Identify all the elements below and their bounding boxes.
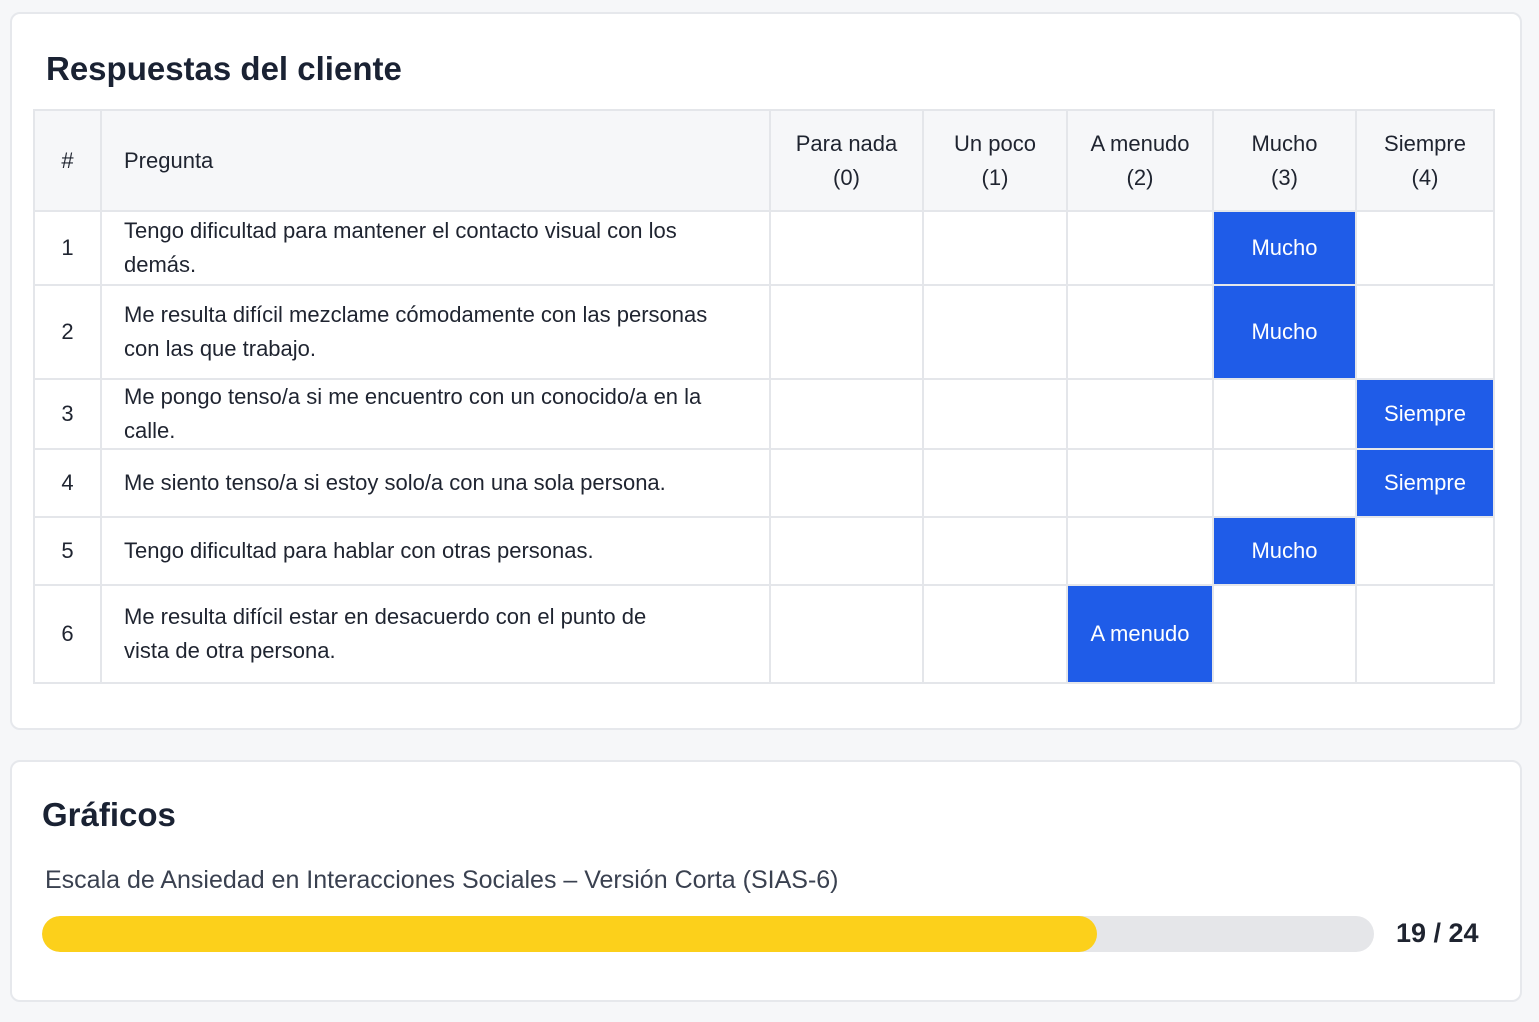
answer-cell[interactable] <box>922 448 1068 518</box>
row-number: 2 <box>33 284 102 380</box>
answer-cell-selected[interactable]: Mucho <box>1212 210 1357 286</box>
selected-answer-label: Mucho <box>1251 319 1318 344</box>
selected-answer-label: Siempre <box>1384 470 1466 495</box>
header-option-value: (2) <box>1126 164 1154 190</box>
responses-table: # Pregunta Para nada (0) Un poco (1) A m… <box>33 109 1495 684</box>
score-progress-bar <box>42 916 1374 952</box>
row-question: Me resulta difícil estar en desacuerdo c… <box>100 584 771 684</box>
header-option-value: (0) <box>833 164 860 190</box>
score-progress-fill <box>42 916 1097 952</box>
header-question: Pregunta <box>100 109 771 212</box>
table-row: 2 Me resulta difícil mezclame cómodamente… <box>33 284 1495 380</box>
responses-title: Respuestas del cliente <box>46 50 402 87</box>
header-option-4: Siempre (4) <box>1355 109 1495 212</box>
header-option-value: (3) <box>1271 164 1298 190</box>
answer-cell[interactable] <box>1212 378 1357 450</box>
table-row: 1 Tengo dificultad para mantener el conta… <box>33 210 1495 286</box>
answer-cell[interactable] <box>922 284 1068 380</box>
answer-cell[interactable] <box>1355 584 1495 684</box>
header-number: # <box>33 109 102 212</box>
table-row: 3 Me pongo tenso/a si me encuentro con un… <box>33 378 1495 450</box>
header-option-label: Un poco <box>954 130 1036 156</box>
answer-cell[interactable] <box>1066 284 1214 380</box>
responses-card: Respuestas del cliente # Pregunta Para n… <box>10 12 1522 730</box>
scale-name: Escala de Ansiedad en Interacciones Soci… <box>45 866 839 894</box>
answer-cell[interactable] <box>769 378 924 450</box>
answer-cell[interactable] <box>922 210 1068 286</box>
answer-cell-selected[interactable]: Siempre <box>1355 448 1495 518</box>
header-option-3: Mucho (3) <box>1212 109 1357 212</box>
header-option-2: A menudo (2) <box>1066 109 1214 212</box>
answer-cell[interactable] <box>922 378 1068 450</box>
charts-title: Gráficos <box>42 796 176 833</box>
answer-cell[interactable] <box>769 284 924 380</box>
header-option-label: Para nada <box>795 130 898 156</box>
answer-cell[interactable] <box>769 448 924 518</box>
header-option-value: (4) <box>1411 164 1439 190</box>
answer-cell-selected[interactable]: A menudo <box>1066 584 1214 684</box>
row-question: Tengo dificultad para hablar con otras p… <box>100 516 771 586</box>
table-row: 4 Me siento tenso/a si estoy solo/a con u… <box>33 448 1495 518</box>
question-text: vista de otra persona. <box>124 638 336 663</box>
answer-cell[interactable] <box>1355 284 1495 380</box>
header-option-0: Para nada (0) <box>769 109 924 212</box>
answer-cell[interactable] <box>769 516 924 586</box>
charts-card: Gráficos Escala de Ansiedad en Interacci… <box>10 760 1522 1002</box>
question-text: con las que trabajo. <box>124 336 317 361</box>
answer-cell-selected[interactable]: Siempre <box>1355 378 1495 450</box>
question-text: Tengo dificultad para hablar con otras p… <box>124 538 594 563</box>
answer-cell-selected[interactable]: Mucho <box>1212 284 1357 380</box>
header-option-1: Un poco (1) <box>922 109 1068 212</box>
score-text: 19 / 24 <box>1396 918 1479 948</box>
header-option-label: A menudo <box>1090 130 1190 156</box>
row-number: 5 <box>33 516 102 586</box>
table-row: 6 Me resulta difícil estar en desacuerdo … <box>33 584 1495 684</box>
answer-cell[interactable] <box>922 584 1068 684</box>
header-option-label: Siempre <box>1384 130 1466 156</box>
row-number: 3 <box>33 378 102 450</box>
table-row: 5 Tengo dificultad para hablar con otras … <box>33 516 1495 586</box>
row-question: Tengo dificultad para mantener el contac… <box>100 210 771 286</box>
table-header-row: # Pregunta Para nada (0) Un poco (1) A m… <box>33 109 1495 212</box>
selected-answer-label: A menudo <box>1090 621 1190 646</box>
selected-answer-label: Mucho <box>1251 235 1318 260</box>
answer-cell[interactable] <box>922 516 1068 586</box>
header-option-value: (1) <box>981 164 1009 190</box>
answer-cell[interactable] <box>1066 516 1214 586</box>
header-option-label: Mucho <box>1251 130 1318 156</box>
answer-cell[interactable] <box>1212 448 1357 518</box>
question-text: Me resulta difícil mezclame cómodamente … <box>124 302 708 327</box>
answer-cell[interactable] <box>1355 210 1495 286</box>
selected-answer-label: Siempre <box>1384 401 1466 426</box>
row-question: Me siento tenso/a si estoy solo/a con un… <box>100 448 771 518</box>
answer-cell-selected[interactable]: Mucho <box>1212 516 1357 586</box>
answer-cell[interactable] <box>1066 448 1214 518</box>
answer-cell[interactable] <box>769 210 924 286</box>
answer-cell[interactable] <box>1066 378 1214 450</box>
row-question: Me resulta difícil mezclame cómodamente … <box>100 284 771 380</box>
answer-cell[interactable] <box>1355 516 1495 586</box>
question-text: Me pongo tenso/a si me encuentro con un … <box>124 384 702 443</box>
row-number: 1 <box>33 210 102 286</box>
question-text: Me resulta difícil estar en desacuerdo c… <box>124 604 647 629</box>
row-question: Me pongo tenso/a si me encuentro con un … <box>100 378 771 450</box>
selected-answer-label: Mucho <box>1251 538 1318 563</box>
question-text: Me siento tenso/a si estoy solo/a con un… <box>124 470 666 495</box>
answer-cell[interactable] <box>1066 210 1214 286</box>
answer-cell[interactable] <box>1212 584 1357 684</box>
answer-cell[interactable] <box>769 584 924 684</box>
question-text: Tengo dificultad para mantener el contac… <box>124 218 677 277</box>
row-number: 4 <box>33 448 102 518</box>
row-number: 6 <box>33 584 102 684</box>
